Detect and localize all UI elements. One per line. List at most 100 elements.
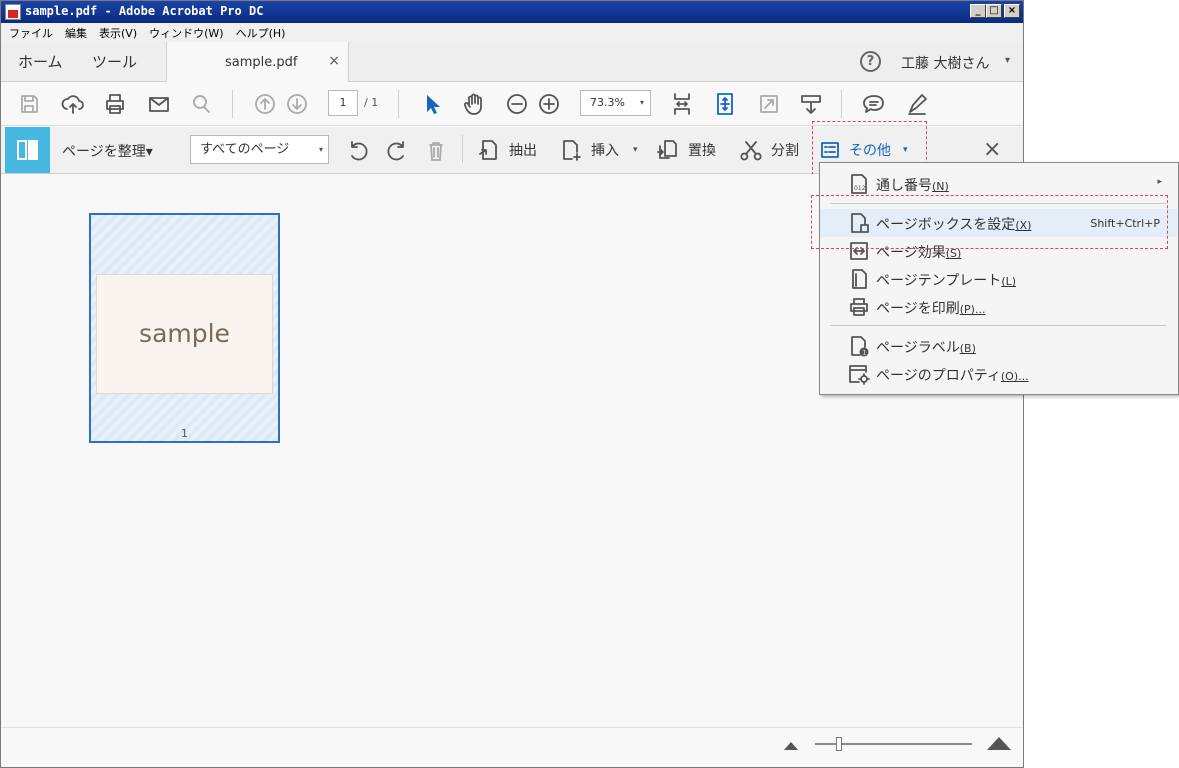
zoom-in-icon[interactable]	[535, 90, 563, 118]
organize-pages-title[interactable]: ページを整理▾	[62, 141, 153, 161]
numbering-icon: 012	[851, 174, 867, 194]
svg-text:1: 1	[863, 350, 867, 357]
toolbar-divider	[462, 135, 463, 163]
split-button[interactable]: 分割	[739, 137, 799, 163]
close-window-button[interactable]: ×	[1004, 4, 1020, 18]
page-properties-icon	[849, 365, 870, 385]
menu-item-accel: (B)	[959, 342, 976, 355]
toolbar-divider	[398, 90, 399, 118]
menu-bar: ファイル 編集 表示(V) ウィンドウ(W) ヘルプ(H)	[1, 23, 1023, 42]
thumbnail-page-content: sample	[96, 274, 273, 394]
zoom-level-select[interactable]: 73.3% ▾	[580, 90, 651, 116]
menu-item-label: 通し番号	[876, 178, 932, 194]
pdf-app-icon	[5, 4, 21, 20]
menu-item-accel: (O)...	[1000, 370, 1029, 383]
menu-window[interactable]: ウィンドウ(W)	[149, 25, 223, 41]
tab-document[interactable]: sample.pdf ×	[166, 42, 349, 83]
tab-home[interactable]: ホーム	[18, 42, 63, 82]
highlight-pen-icon[interactable]	[903, 90, 931, 118]
hand-tool-icon[interactable]	[460, 90, 488, 118]
toolbar-divider	[232, 90, 233, 118]
previous-page-icon[interactable]	[251, 90, 279, 118]
insert-button[interactable]: 挿入 ▾	[559, 137, 638, 163]
extract-icon	[479, 140, 497, 160]
cloud-upload-icon[interactable]	[59, 90, 87, 118]
delete-icon[interactable]	[422, 137, 450, 165]
next-page-icon[interactable]	[283, 90, 311, 118]
scissors-icon	[740, 141, 762, 161]
insert-label: 挿入	[591, 143, 619, 159]
rotate-right-icon[interactable]	[383, 137, 411, 165]
slider-handle[interactable]	[836, 737, 842, 751]
menu-item-page-templates[interactable]: ページテンプレート(L)	[820, 265, 1178, 293]
menu-item-page-labels[interactable]: 1 ページラベル(B)	[820, 332, 1178, 360]
menu-item-highlight	[811, 195, 1168, 249]
tab-tools[interactable]: ツール	[92, 42, 137, 82]
thumbnail-page-number: 1	[181, 427, 188, 440]
email-icon[interactable]	[145, 90, 173, 118]
menu-item-accel: (P)...	[959, 303, 986, 316]
title-bar: sample.pdf - Adobe Acrobat Pro DC _ □ ×	[1, 1, 1023, 23]
close-tab-icon[interactable]: ×	[328, 53, 340, 69]
chevron-down-icon: ▾	[639, 98, 644, 107]
svg-text:012: 012	[854, 185, 866, 192]
menu-help[interactable]: ヘルプ(H)	[236, 25, 286, 41]
page-thumbnail[interactable]: sample 1	[89, 213, 280, 443]
menu-edit[interactable]: 編集	[65, 25, 87, 41]
save-icon[interactable]	[15, 90, 43, 118]
menu-file[interactable]: ファイル	[9, 25, 53, 41]
user-chevron-icon[interactable]: ▾	[1005, 55, 1010, 66]
menu-item-label: ページラベル	[876, 340, 960, 356]
toolbar-divider	[841, 90, 842, 118]
small-thumbnail-icon[interactable]	[784, 742, 798, 750]
user-name[interactable]: 工藤 大樹さん	[901, 53, 989, 73]
page-range-select[interactable]: すべてのページ ▾	[190, 135, 329, 164]
search-icon[interactable]	[188, 90, 216, 118]
replace-icon	[657, 140, 677, 159]
close-organize-icon[interactable]: ×	[983, 137, 1001, 162]
window-controls: _ □ ×	[970, 4, 1020, 18]
minimize-button[interactable]: _	[970, 4, 986, 18]
menu-view[interactable]: 表示(V)	[99, 25, 137, 41]
full-screen-icon[interactable]	[755, 90, 783, 118]
menu-item-label: ページを印刷	[876, 301, 960, 317]
page-total: / 1	[364, 96, 379, 109]
replace-button[interactable]: 置換	[656, 137, 716, 163]
menu-item-label: ページテンプレート	[876, 273, 1002, 289]
status-bar	[1, 727, 1023, 767]
menu-item-accel: (L)	[1001, 275, 1017, 288]
fit-page-icon[interactable]	[711, 90, 739, 118]
document-tab-label: sample.pdf	[225, 55, 298, 70]
main-toolbar: 1 / 1 73.3% ▾	[1, 82, 1023, 126]
fit-width-icon[interactable]	[668, 90, 696, 118]
menu-separator	[830, 325, 1166, 326]
zoom-out-icon[interactable]	[503, 90, 531, 118]
zoom-level-value: 73.3%	[590, 96, 625, 109]
thumbnail-text: sample	[139, 319, 230, 348]
page-template-icon	[852, 269, 867, 289]
split-label: 分割	[771, 143, 799, 159]
scroll-mode-icon[interactable]	[797, 90, 825, 118]
extract-button[interactable]: 抽出	[477, 137, 537, 163]
insert-page-icon	[563, 140, 581, 161]
help-icon[interactable]: ?	[860, 51, 881, 72]
menu-item-bates-numbering[interactable]: 012 通し番号(N) ▸	[820, 170, 1178, 198]
extract-label: 抽出	[509, 143, 537, 159]
rotate-left-icon[interactable]	[344, 137, 372, 165]
nav-bar: ホーム ツール sample.pdf × ? 工藤 大樹さん ▾	[1, 42, 1023, 83]
chevron-down-icon: ▾	[633, 145, 638, 155]
window-title: sample.pdf - Adobe Acrobat Pro DC	[25, 4, 264, 18]
comment-icon[interactable]	[860, 90, 888, 118]
menu-item-print-pages[interactable]: ページを印刷(P)...	[820, 293, 1178, 321]
page-number-input[interactable]: 1	[328, 90, 358, 116]
large-thumbnail-icon[interactable]	[987, 737, 1011, 750]
print-icon	[850, 298, 868, 316]
menu-item-accel: (N)	[932, 180, 949, 193]
chevron-down-icon: ▾	[318, 145, 323, 154]
print-icon[interactable]	[101, 90, 129, 118]
maximize-button[interactable]: □	[986, 4, 1002, 18]
menu-item-page-properties[interactable]: ページのプロパティ(O)...	[820, 360, 1178, 388]
select-pointer-icon[interactable]	[417, 90, 445, 118]
organize-pages-icon[interactable]	[5, 127, 50, 173]
page-range-value: すべてのページ	[200, 142, 290, 157]
